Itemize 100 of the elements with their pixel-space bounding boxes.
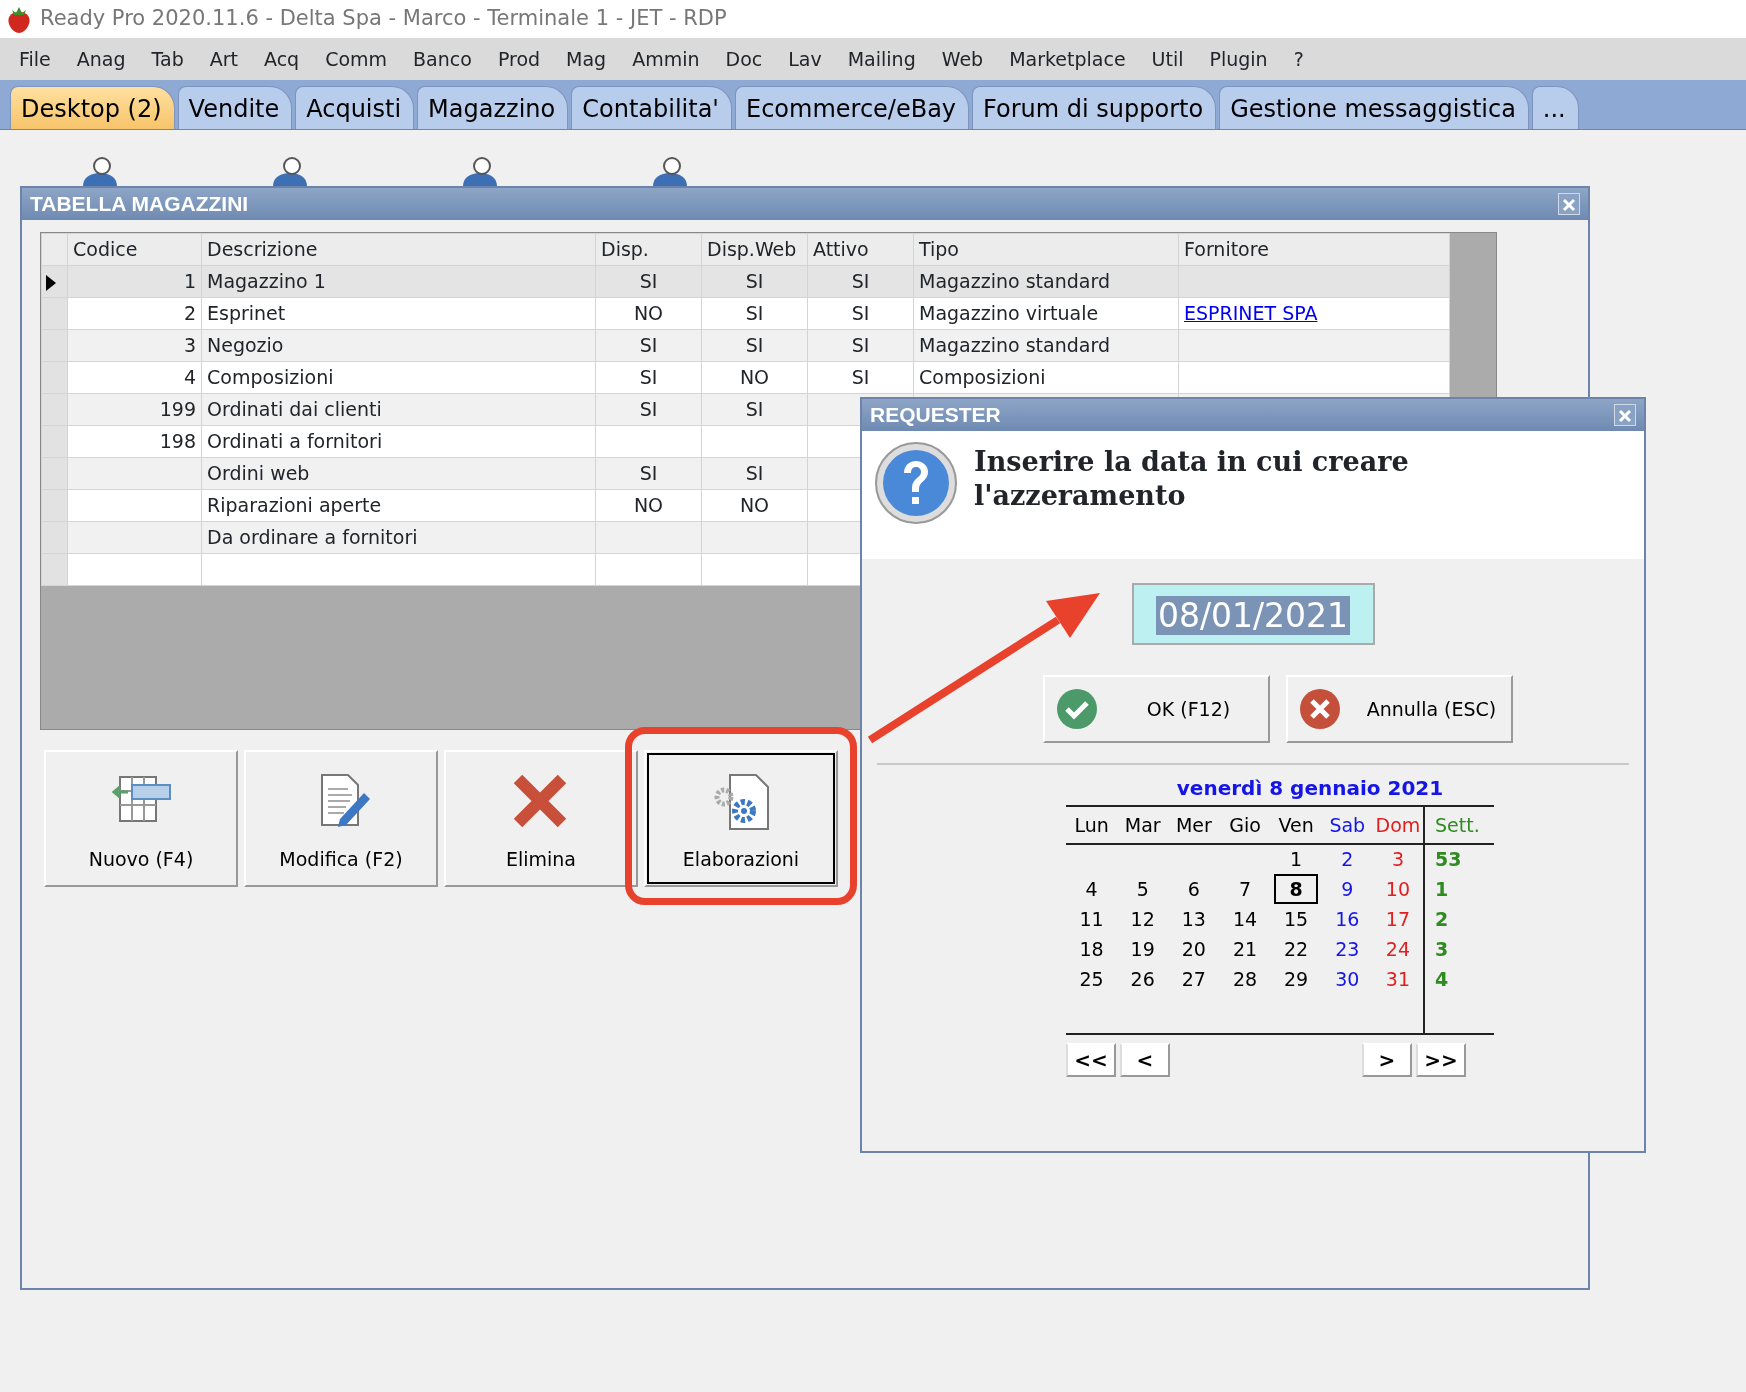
- nav-button[interactable]: >>: [1416, 1043, 1466, 1077]
- calendar-day[interactable]: 2: [1341, 848, 1354, 871]
- nav-button[interactable]: <<: [1066, 1043, 1116, 1077]
- menu-item[interactable]: Plugin: [1196, 44, 1281, 74]
- menu-item[interactable]: Ammin: [619, 44, 713, 74]
- close-button[interactable]: [1614, 404, 1636, 426]
- calendar-day[interactable]: 24: [1385, 937, 1410, 960]
- calendar-day[interactable]: 26: [1130, 967, 1155, 990]
- column-header[interactable]: Disp.Web: [701, 233, 808, 266]
- calendar-day[interactable]: 5: [1136, 877, 1149, 900]
- column-header[interactable]: Fornitore: [1178, 233, 1450, 266]
- calendar-day[interactable]: 10: [1385, 877, 1410, 900]
- weekday-label: Dom: [1375, 813, 1421, 836]
- menu-item[interactable]: Util: [1138, 44, 1197, 74]
- menu-item[interactable]: Anag: [63, 44, 139, 74]
- calendar-day[interactable]: 9: [1341, 877, 1354, 900]
- calendar-day[interactable]: 22: [1284, 937, 1309, 960]
- column-header[interactable]: Disp.: [595, 233, 702, 266]
- menu-item[interactable]: Marketplace: [996, 44, 1139, 74]
- calendar-day[interactable]: 15: [1284, 907, 1309, 930]
- window-title: TABELLA MAGAZZINI: [30, 191, 249, 218]
- calendar-day[interactable]: 28: [1232, 967, 1258, 990]
- calendar-day[interactable]: 27: [1181, 967, 1206, 990]
- toolbar-button[interactable]: Elaborazioni: [644, 750, 838, 887]
- menu-item[interactable]: Doc: [712, 44, 776, 74]
- calendar-day[interactable]: 14: [1232, 907, 1258, 930]
- week-number: 1: [1435, 877, 1449, 900]
- tab[interactable]: Vendite: [177, 86, 293, 129]
- tab[interactable]: Desktop (2): [10, 86, 175, 129]
- calendar-day[interactable]: 20: [1181, 937, 1206, 960]
- table-cell: NO: [633, 494, 664, 517]
- table-cell: 198: [159, 430, 196, 453]
- week-number: 53: [1435, 848, 1462, 871]
- calendar-day[interactable]: 3: [1391, 848, 1404, 871]
- toolbar-button[interactable]: Elimina: [444, 750, 638, 887]
- tab[interactable]: Contabilita': [571, 86, 732, 129]
- close-button[interactable]: [1558, 193, 1580, 215]
- menu-item[interactable]: Prod: [484, 44, 554, 74]
- calendar-day[interactable]: 25: [1079, 967, 1104, 990]
- table-cell: SI: [851, 334, 870, 357]
- nav-button[interactable]: <: [1120, 1043, 1170, 1077]
- table-cell: SI: [745, 270, 764, 293]
- table-cell: SI: [745, 398, 764, 421]
- menu-item[interactable]: Banco: [400, 44, 485, 74]
- tab[interactable]: Magazzino: [417, 86, 569, 129]
- week-number: 3: [1435, 937, 1449, 960]
- dialog-button[interactable]: OK (F12): [1043, 675, 1270, 743]
- calendar-day[interactable]: 1: [1290, 848, 1303, 871]
- table-cell: 1: [183, 270, 196, 293]
- weekday-label: Gio: [1229, 813, 1261, 836]
- menu-item[interactable]: Mailing: [834, 44, 929, 74]
- menu-item[interactable]: Lav: [775, 44, 835, 74]
- menu-item[interactable]: Tab: [138, 44, 197, 74]
- calendar-day[interactable]: 8: [1274, 874, 1319, 904]
- close-icon: [1618, 409, 1632, 424]
- selected-text: 08/01/2021: [1155, 596, 1351, 635]
- menu-item[interactable]: Web: [928, 44, 997, 74]
- calendar-day[interactable]: 13: [1181, 907, 1206, 930]
- question-icon: [874, 441, 958, 525]
- calendar-day[interactable]: 31: [1385, 967, 1410, 990]
- tab[interactable]: Gestione messaggistica: [1219, 86, 1529, 129]
- column-header[interactable]: Attivo: [807, 233, 914, 266]
- tab[interactable]: ...: [1531, 86, 1579, 129]
- calendar-day[interactable]: 16: [1335, 907, 1360, 930]
- menu-item[interactable]: ?: [1280, 44, 1317, 74]
- toolbar-button[interactable]: Modifica (F2): [244, 750, 438, 887]
- column-header[interactable]: Codice: [67, 233, 202, 266]
- close-icon: [1562, 198, 1576, 213]
- calendar-day[interactable]: 4: [1085, 877, 1098, 900]
- menu-item[interactable]: Acq: [251, 44, 313, 74]
- dialog-button[interactable]: Annulla (ESC): [1286, 675, 1513, 743]
- column-header[interactable]: Tipo: [913, 233, 1179, 266]
- menu-item[interactable]: File: [6, 44, 64, 74]
- calendar-day[interactable]: 6: [1187, 877, 1200, 900]
- table-cell: Ordinati dai clienti: [207, 398, 382, 421]
- table-cell: SI: [745, 462, 764, 485]
- calendar-day[interactable]: 11: [1079, 907, 1104, 930]
- person-icon: [270, 156, 310, 186]
- calendar-day[interactable]: 12: [1130, 907, 1155, 930]
- column-header[interactable]: Descrizione: [201, 233, 596, 266]
- table-cell: Magazzino 1: [207, 270, 326, 293]
- calendar-day[interactable]: 18: [1079, 937, 1104, 960]
- person-icon: [650, 156, 690, 186]
- calendar-day[interactable]: 7: [1238, 877, 1252, 900]
- calendar-day[interactable]: 17: [1385, 907, 1410, 930]
- menu-item[interactable]: Art: [196, 44, 251, 74]
- tab[interactable]: Ecommerce/eBay: [734, 86, 970, 129]
- calendar-day[interactable]: 30: [1335, 967, 1360, 990]
- tab[interactable]: Acquisti: [295, 86, 415, 129]
- calendar-day[interactable]: 23: [1335, 937, 1360, 960]
- calendar-day[interactable]: 19: [1130, 937, 1155, 960]
- toolbar-button[interactable]: Nuovo (F4): [44, 750, 238, 887]
- menu-item[interactable]: Mag: [553, 44, 620, 74]
- weekday-label: Sab: [1329, 813, 1366, 836]
- nav-button[interactable]: >: [1362, 1043, 1412, 1077]
- tab[interactable]: Forum di supporto: [972, 86, 1217, 129]
- calendar-day[interactable]: 29: [1284, 967, 1309, 990]
- menu-item[interactable]: Comm: [312, 44, 401, 74]
- calendar-day[interactable]: 21: [1232, 937, 1258, 960]
- table-cell: 3: [183, 334, 196, 357]
